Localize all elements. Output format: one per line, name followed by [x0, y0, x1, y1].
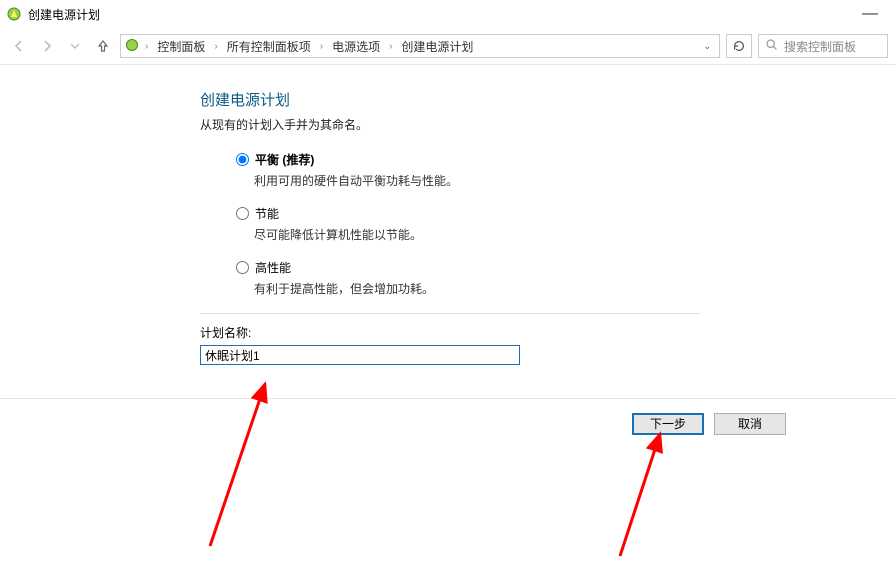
plan-name-input[interactable]	[200, 345, 520, 365]
option-label-balanced[interactable]: 平衡 (推荐)	[255, 151, 314, 168]
window-title: 创建电源计划	[28, 6, 850, 23]
recent-locations-button[interactable]	[64, 35, 86, 57]
chevron-right-icon: ›	[212, 41, 219, 52]
page-heading: 创建电源计划	[200, 89, 896, 110]
option-label-saver[interactable]: 节能	[255, 205, 279, 222]
breadcrumb-item[interactable]: 创建电源计划	[398, 37, 476, 56]
page-subheading: 从现有的计划入手并为其命名。	[200, 116, 896, 133]
breadcrumb-item[interactable]: 电源选项	[329, 37, 383, 56]
chevron-right-icon: ›	[143, 41, 150, 52]
chevron-right-icon: ›	[387, 41, 394, 52]
radio-balanced[interactable]	[236, 153, 249, 166]
option-label-high[interactable]: 高性能	[255, 259, 291, 276]
address-bar[interactable]: › 控制面板 › 所有控制面板项 › 电源选项 › 创建电源计划 ⌄	[120, 34, 720, 58]
search-placeholder: 搜索控制面板	[784, 38, 856, 55]
radio-saver[interactable]	[236, 207, 249, 220]
search-icon	[765, 38, 778, 54]
annotation-arrow	[600, 426, 720, 566]
cancel-button[interactable]: 取消	[714, 413, 786, 435]
search-input[interactable]: 搜索控制面板	[758, 34, 888, 58]
refresh-button[interactable]	[726, 34, 752, 58]
minimize-button[interactable]: —	[850, 5, 890, 23]
breadcrumb-item[interactable]: 控制面板	[154, 37, 208, 56]
option-desc-balanced: 利用可用的硬件自动平衡功耗与性能。	[236, 172, 700, 189]
option-desc-saver: 尽可能降低计算机性能以节能。	[236, 226, 700, 243]
nav-back-button[interactable]	[8, 35, 30, 57]
next-button[interactable]: 下一步	[632, 413, 704, 435]
plan-name-label: 计划名称:	[200, 324, 700, 341]
nav-forward-button[interactable]	[36, 35, 58, 57]
chevron-right-icon: ›	[318, 41, 325, 52]
address-history-dropdown[interactable]: ⌄	[703, 41, 715, 52]
breadcrumb-item[interactable]: 所有控制面板项	[224, 37, 314, 56]
control-panel-icon	[125, 38, 139, 55]
option-desc-high: 有利于提高性能，但会增加功耗。	[236, 280, 700, 297]
app-icon	[6, 6, 22, 22]
nav-up-button[interactable]	[92, 35, 114, 57]
radio-high[interactable]	[236, 261, 249, 274]
